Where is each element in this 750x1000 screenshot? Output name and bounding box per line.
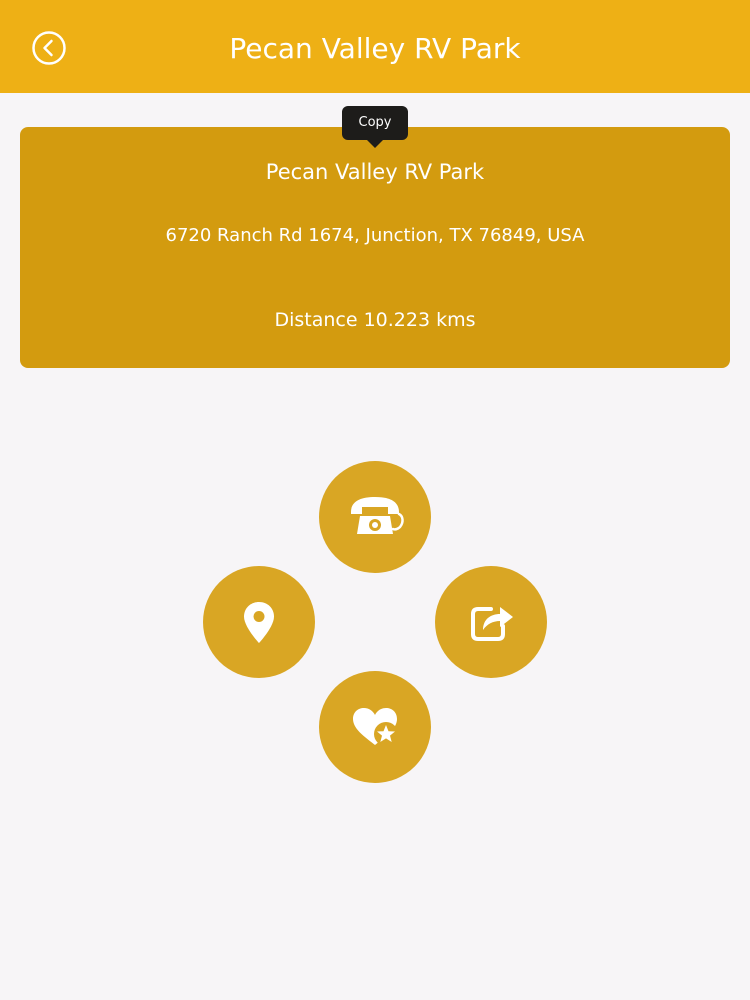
share-icon (435, 566, 547, 678)
place-address[interactable]: 6720 Ranch Rd 1674, Junction, TX 76849, … (20, 223, 730, 249)
heart-star-icon (319, 671, 431, 783)
share-button[interactable] (435, 566, 547, 678)
place-info-card[interactable]: Pecan Valley RV Park 6720 Ranch Rd 1674,… (20, 127, 730, 368)
map-button[interactable] (203, 566, 315, 678)
page-title: Pecan Valley RV Park (229, 32, 521, 65)
favorite-button[interactable] (319, 671, 431, 783)
app-header: Pecan Valley RV Park (0, 0, 750, 93)
call-button[interactable] (319, 461, 431, 573)
telephone-icon (319, 461, 431, 573)
place-distance: Distance 10.223 kms (274, 309, 476, 331)
chevron-left-circle-icon (32, 31, 66, 65)
place-name: Pecan Valley RV Park (265, 160, 485, 184)
back-button[interactable] (31, 30, 67, 66)
copy-tooltip[interactable]: Copy (342, 106, 408, 148)
map-pin-icon (203, 566, 315, 678)
